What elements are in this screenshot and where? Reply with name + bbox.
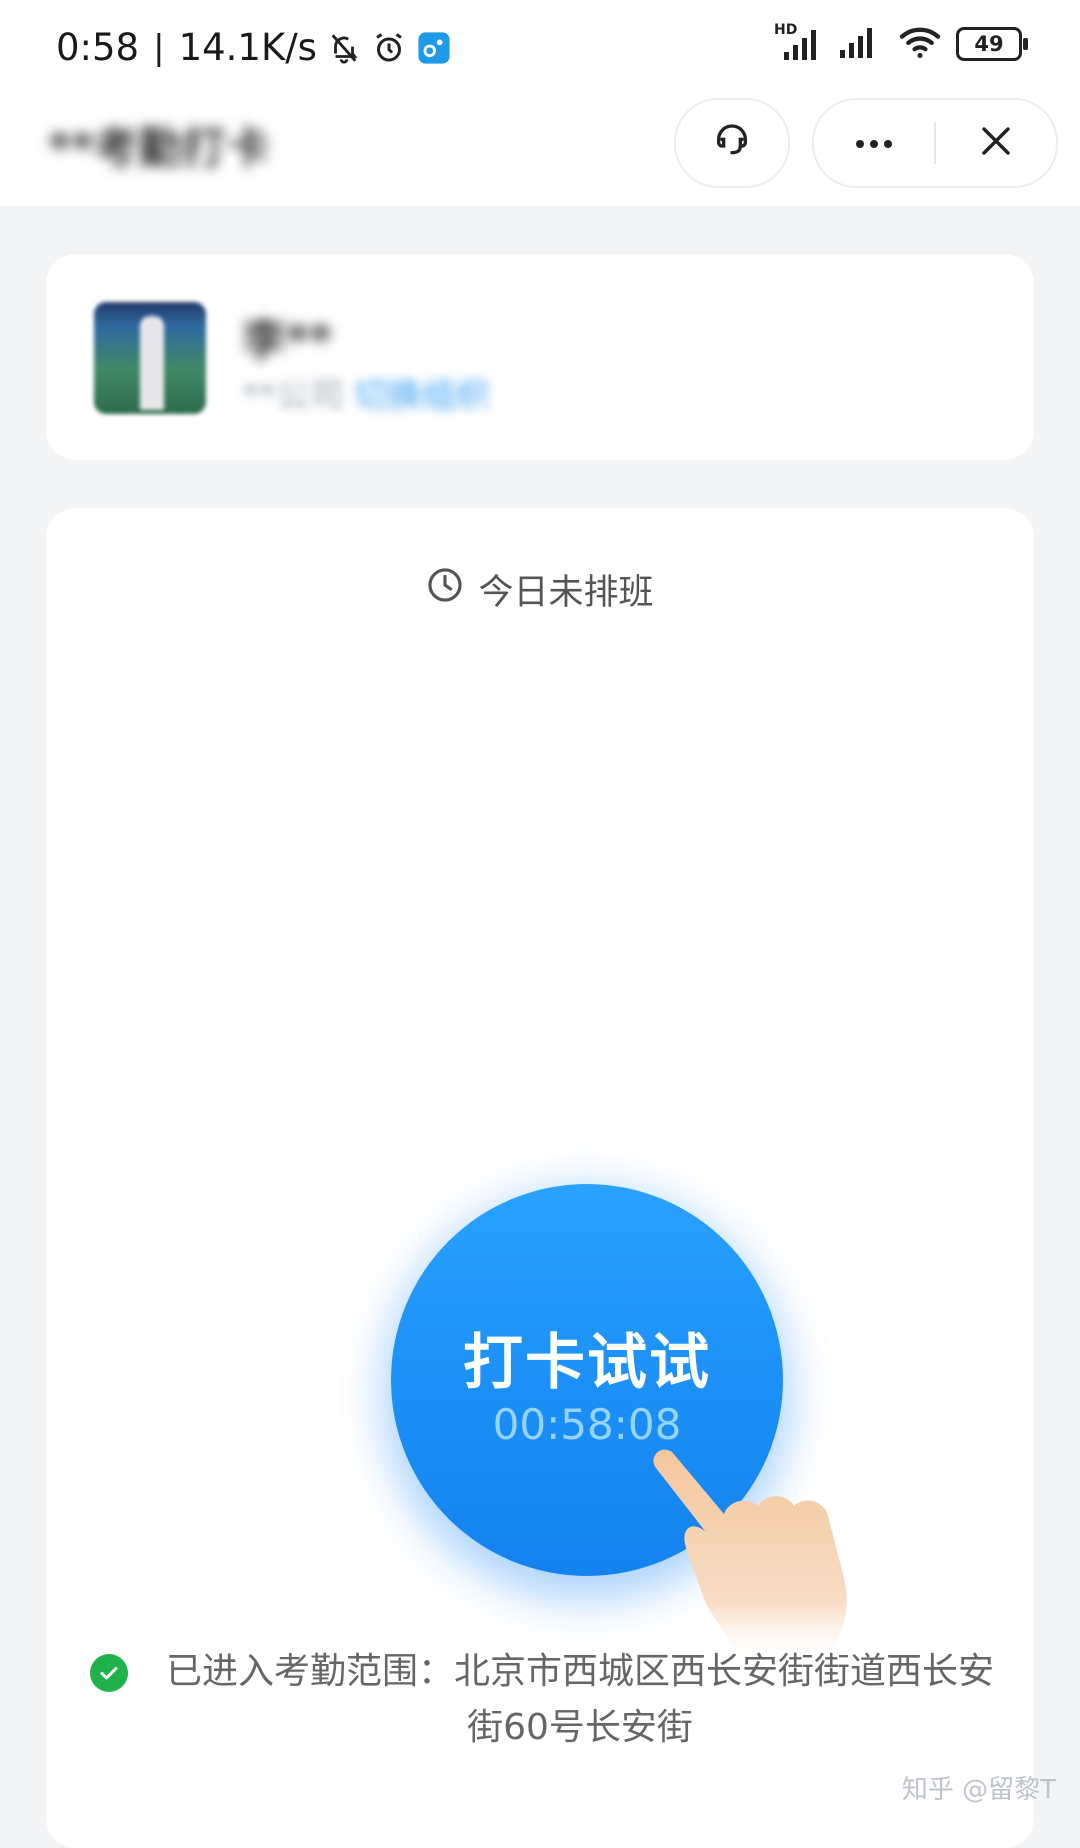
watermark: 知乎 @留黎T [901,1775,1056,1805]
geofence-address: 已进入考勤范围：北京市西城区西长安街街道西长安街60号长安街 [165,1651,994,1748]
punch-card: 今日未排班 打卡试试 00:58:08 已进入考勤范围：北京市西城区西长安街街道… [46,508,1034,1848]
alarm-icon [371,30,407,66]
battery-icon: 49 [956,27,1028,61]
more-button[interactable] [814,100,934,186]
profile-card[interactable]: 李** **公司 切换组织 [46,254,1034,460]
wifi-icon [898,24,942,64]
customer-service-icon [712,121,752,165]
organization-name: **公司 [242,376,344,416]
mute-bell-icon [327,31,361,65]
user-name: 李** [242,315,333,366]
geofence-status: 已进入考勤范围：北京市西城区西长安街街道西长安街60号长安街 [90,1644,1010,1756]
app-notification-icon [417,31,451,65]
schedule-text: 今日未排班 [478,573,654,613]
schedule-status: 今日未排班 [46,564,1034,615]
status-right: HD 49 [774,22,1028,64]
status-separator: | [153,27,165,68]
avatar [94,302,206,414]
punch-time: 00:58:08 [492,1400,682,1449]
status-bar: 0:58 | 14.1K/s HD 49 [0,0,1080,94]
punch-button-label: 打卡试试 [463,1328,711,1398]
capsule-actions [812,98,1058,188]
battery-level: 49 [974,32,1004,56]
status-time: 0:58 [56,26,140,69]
close-icon [981,126,1011,160]
more-icon [854,134,894,153]
organization-line: **公司 切换组织 [242,368,490,417]
check-circle-icon [90,1654,128,1692]
customer-service-button[interactable] [674,98,790,188]
net-speed: 14.1K/s [178,26,317,69]
switch-organization-link[interactable]: 切换组织 [354,376,490,416]
page-title: **考勤打卡 [48,123,271,174]
clock-icon [426,566,464,613]
signal-icon [838,24,884,64]
status-left: 0:58 | 14.1K/s [56,26,451,69]
close-button[interactable] [936,100,1056,186]
punch-button[interactable]: 打卡试试 00:58:08 [391,1184,783,1576]
app-bar: **考勤打卡 [0,94,1080,206]
hd-signal-icon: HD [774,22,824,62]
